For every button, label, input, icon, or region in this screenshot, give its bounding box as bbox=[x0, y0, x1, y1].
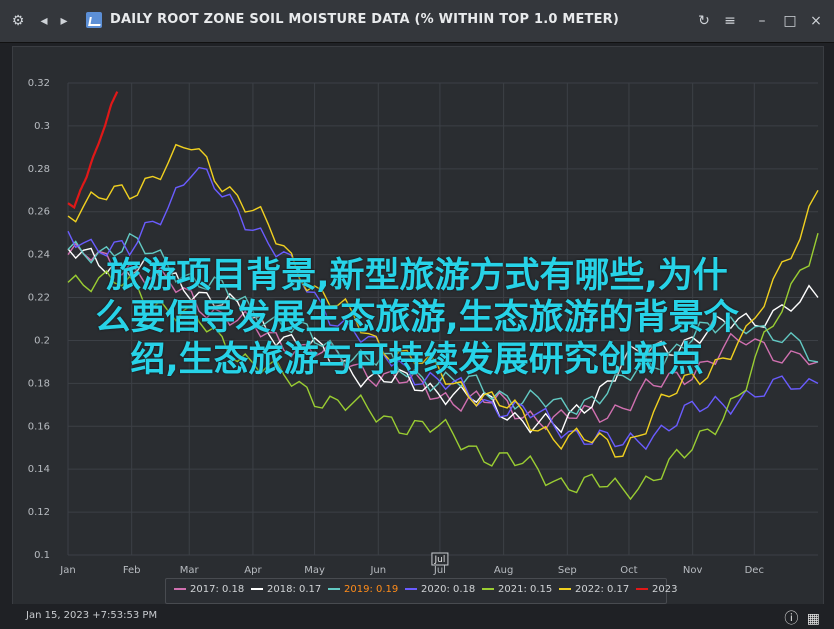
x-tick-label: Sep bbox=[558, 565, 577, 576]
legend-label: 2018: 0.17 bbox=[267, 584, 322, 595]
legend-label: 2021: 0.15 bbox=[498, 584, 553, 595]
legend-item-2018[interactable]: 2018: 0.17 bbox=[251, 584, 321, 595]
y-tick-label: 0.26 bbox=[28, 207, 50, 218]
legend-swatch bbox=[174, 588, 186, 590]
title-bar: ⚙ ◂ ▸ DAILY ROOT ZONE SOIL MOISTURE DATA… bbox=[0, 0, 834, 43]
series-lines bbox=[67, 91, 819, 501]
y-tick-label: 0.3 bbox=[34, 121, 50, 132]
minimize-icon[interactable]: – bbox=[752, 11, 772, 31]
series-line-2022 bbox=[67, 143, 819, 458]
y-tick-label: 0.12 bbox=[28, 507, 50, 518]
legend-label: 2017: 0.18 bbox=[190, 584, 245, 595]
x-tick-label: Nov bbox=[683, 565, 703, 576]
legend-swatch bbox=[251, 588, 263, 590]
y-tick-label: 0.14 bbox=[28, 464, 50, 475]
y-tick-label: 0.16 bbox=[28, 421, 50, 432]
y-tick-label: 0.1 bbox=[34, 550, 50, 561]
y-tick-label: 0.22 bbox=[28, 293, 50, 304]
series-line-2023 bbox=[67, 91, 119, 210]
legend-item-2023[interactable]: 2023 bbox=[636, 584, 677, 595]
x-axis-ticks: Jan Feb Mar Apr May Jun Jul Aug Sep Oct Nov Dec Jul bbox=[59, 552, 764, 576]
series-line-2019 bbox=[67, 232, 819, 416]
series-line-2021 bbox=[67, 233, 819, 501]
legend-swatch bbox=[482, 588, 494, 590]
legend-item-2021[interactable]: 2021: 0.15 bbox=[482, 584, 552, 595]
x-tick-label: Jan bbox=[59, 565, 75, 576]
x-tick-label: Apr bbox=[244, 565, 262, 576]
excel-export-icon[interactable]: ▦ bbox=[807, 611, 820, 627]
status-bar: Jan 15, 2023 +7:53:53 PM ⓘ ▦ bbox=[0, 604, 834, 629]
legend-swatch bbox=[559, 588, 571, 590]
x-tick-label: Aug bbox=[494, 565, 514, 576]
y-axis-ticks: 0.1 0.12 0.14 0.16 0.18 0.2 0.22 0.24 0.26 0.28 0.… bbox=[28, 78, 50, 561]
back-icon[interactable]: ◂ bbox=[34, 11, 54, 31]
y-tick-label: 0.28 bbox=[28, 164, 50, 175]
chart-app-icon bbox=[86, 12, 102, 28]
series-line-2020 bbox=[67, 166, 819, 451]
status-icons: ⓘ ▦ bbox=[784, 608, 820, 628]
maximize-icon[interactable]: □ bbox=[780, 11, 800, 31]
legend-swatch bbox=[405, 588, 417, 590]
chart-grid bbox=[67, 82, 818, 556]
settings-icon[interactable]: ⚙ bbox=[8, 11, 28, 31]
app-window: ⚙ ◂ ▸ DAILY ROOT ZONE SOIL MOISTURE DATA… bbox=[0, 0, 834, 629]
y-tick-label: 0.24 bbox=[28, 250, 50, 261]
timestamp: Jan 15, 2023 +7:53:53 PM bbox=[26, 610, 158, 621]
legend-item-2017[interactable]: 2017: 0.18 bbox=[174, 584, 244, 595]
y-tick-label: 0.32 bbox=[28, 78, 50, 89]
legend-swatch bbox=[636, 588, 648, 590]
x-tick-label: Feb bbox=[123, 565, 141, 576]
y-tick-label: 0.2 bbox=[34, 335, 50, 346]
x-tick-label: Mar bbox=[180, 565, 200, 576]
chart-panel: 0.1 0.12 0.14 0.16 0.18 0.2 0.22 0.24 0.26 0.28 0.… bbox=[12, 46, 824, 606]
window-title: DAILY ROOT ZONE SOIL MOISTURE DATA (% WI… bbox=[110, 12, 620, 27]
x-tick-label: May bbox=[304, 565, 325, 576]
refresh-icon[interactable]: ↻ bbox=[694, 11, 714, 31]
menu-icon[interactable]: ≡ bbox=[720, 11, 740, 31]
legend-swatch bbox=[328, 588, 340, 590]
x-tick-label: Dec bbox=[745, 565, 764, 576]
chart-legend: 2017: 0.18 2018: 0.17 2019: 0.19 2020: 0.18… bbox=[165, 578, 677, 604]
forward-icon[interactable]: ▸ bbox=[54, 11, 74, 31]
x-tick-label: Jul bbox=[433, 565, 446, 576]
jul-marker-label: Jul bbox=[433, 555, 445, 565]
x-tick-label: Jun bbox=[369, 565, 386, 576]
legend-item-2019[interactable]: 2019: 0.19 bbox=[328, 584, 398, 595]
legend-label: 2020: 0.18 bbox=[421, 584, 476, 595]
x-tick-label: Oct bbox=[620, 565, 637, 576]
legend-item-2022[interactable]: 2022: 0.17 bbox=[559, 584, 629, 595]
legend-label: 2023 bbox=[652, 584, 678, 595]
y-tick-label: 0.18 bbox=[28, 378, 50, 389]
legend-item-2020[interactable]: 2020: 0.18 bbox=[405, 584, 475, 595]
close-icon[interactable]: × bbox=[806, 11, 826, 31]
soil-moisture-chart: 0.1 0.12 0.14 0.16 0.18 0.2 0.22 0.24 0.26 0.28 0.… bbox=[28, 78, 819, 576]
legend-label: 2019: 0.19 bbox=[344, 584, 399, 595]
legend-label: 2022: 0.17 bbox=[575, 584, 630, 595]
info-icon[interactable]: ⓘ bbox=[784, 611, 798, 627]
